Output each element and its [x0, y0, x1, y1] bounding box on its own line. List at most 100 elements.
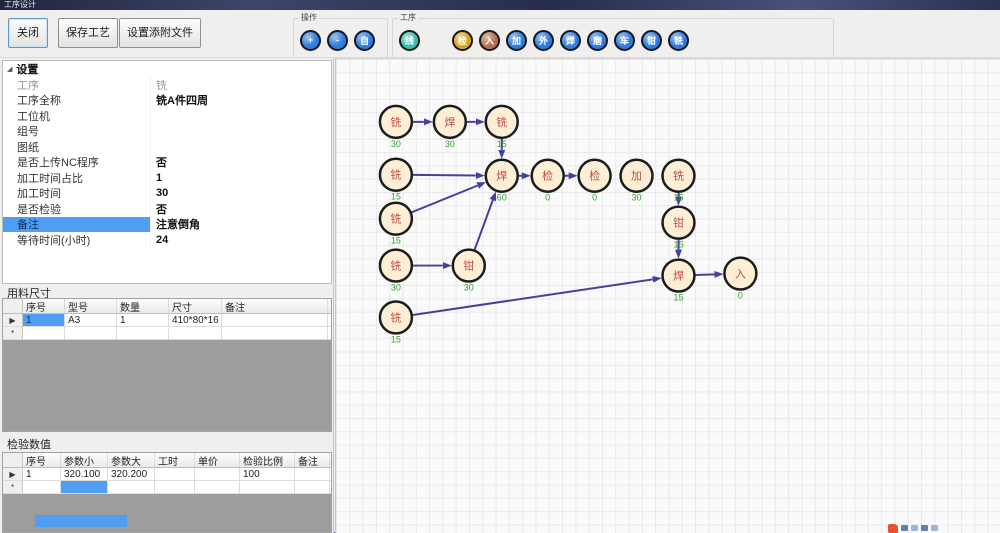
column-header[interactable]: 单价	[195, 453, 240, 467]
column-header[interactable]: 检验比例	[240, 453, 295, 467]
cell[interactable]: 1	[23, 468, 61, 480]
property-value[interactable]: 1	[151, 170, 331, 186]
tool-storage-in-button[interactable]: 入	[479, 30, 500, 51]
property-value[interactable]: 铣A件四周	[151, 93, 331, 109]
column-header[interactable]: 参数大	[108, 453, 155, 467]
property-row[interactable]: 工序铣	[3, 77, 331, 93]
property-row[interactable]: 等待时间(小时)24	[3, 232, 331, 248]
property-row[interactable]: 加工时间30	[3, 186, 331, 202]
tool-weld-button[interactable]: 焊	[560, 30, 581, 51]
cell[interactable]	[295, 481, 330, 493]
column-header[interactable]: 备注	[222, 299, 328, 313]
cell[interactable]	[295, 468, 330, 480]
cell[interactable]	[65, 327, 117, 339]
cell[interactable]: 1	[117, 314, 169, 326]
column-header[interactable]: 备注	[295, 453, 330, 467]
property-row[interactable]: 是否检验否	[3, 201, 331, 217]
column-header[interactable]: 序号	[23, 453, 61, 467]
save-process-button[interactable]: 保存工艺	[58, 18, 118, 48]
property-row[interactable]: 组号	[3, 124, 331, 140]
tool-lathe-button[interactable]: 车	[614, 30, 635, 51]
table-row[interactable]: ▶1320.100320.200100	[3, 468, 331, 481]
selected-cell-highlight[interactable]	[35, 515, 127, 527]
property-row[interactable]: 备注注意倒角	[3, 217, 331, 233]
process-node-焊[interactable]: 焊15	[663, 260, 695, 303]
cell[interactable]	[23, 327, 65, 339]
cell[interactable]	[117, 327, 169, 339]
property-value[interactable]	[151, 139, 331, 155]
tool-inspect-button[interactable]: 检	[452, 30, 473, 51]
cell[interactable]	[195, 468, 240, 480]
tool-wire-button[interactable]: 线	[399, 30, 420, 51]
process-node-检[interactable]: 检0	[532, 160, 564, 203]
property-value[interactable]	[151, 124, 331, 140]
cell[interactable]	[23, 481, 61, 493]
column-header[interactable]: 尺寸	[169, 299, 222, 313]
column-header[interactable]: 型号	[65, 299, 117, 313]
column-header[interactable]: 数量	[117, 299, 169, 313]
process-design-window: 工序设计 关闭 保存工艺 设置添附文件 操作 +-自 工序 线检入加外焊磨车钳铣…	[0, 0, 1000, 533]
tool-outsource-button[interactable]: 外	[533, 30, 554, 51]
process-node-铣[interactable]: 铣30	[380, 250, 412, 293]
process-node-焊[interactable]: 焊60	[486, 160, 518, 203]
property-value[interactable]: 24	[151, 232, 331, 248]
new-row[interactable]: *	[3, 481, 331, 494]
process-node-焊[interactable]: 焊30	[434, 106, 466, 149]
property-row[interactable]: 工位机	[3, 108, 331, 124]
process-node-铣[interactable]: 铣15	[380, 301, 412, 344]
process-node-入[interactable]: 入0	[724, 258, 756, 301]
settings-category-header[interactable]: ◢ 设置	[3, 61, 331, 77]
set-attachment-button[interactable]: 设置添附文件	[119, 18, 201, 48]
tool-remove-button[interactable]: -	[327, 30, 348, 51]
process-node-铣[interactable]: 铣15	[380, 159, 412, 202]
process-node-铣[interactable]: 铣30	[380, 106, 412, 149]
cell[interactable]: 320.200	[108, 468, 155, 480]
tool-fitter-button[interactable]: 钳	[641, 30, 662, 51]
close-button[interactable]: 关闭	[8, 18, 48, 48]
cell[interactable]	[222, 327, 328, 339]
cell[interactable]	[61, 481, 108, 493]
cell[interactable]	[155, 468, 195, 480]
cell[interactable]	[169, 327, 222, 339]
property-value[interactable]: 铣	[151, 77, 331, 93]
process-node-铣[interactable]: 铣15	[486, 106, 518, 149]
property-value[interactable]: 注意倒角	[151, 217, 331, 233]
property-row[interactable]: 工序全称铣A件四周	[3, 93, 331, 109]
cell[interactable]: 410*80*16	[169, 314, 222, 326]
property-value[interactable]: 否	[151, 201, 331, 217]
tool-mill-button[interactable]: 铣	[668, 30, 689, 51]
property-row[interactable]: 图纸	[3, 139, 331, 155]
process-node-铣[interactable]: 铣15	[663, 160, 695, 203]
property-value[interactable]	[151, 108, 331, 124]
cell[interactable]	[155, 481, 195, 493]
left-panel: ◢ 设置 工序铣工序全称铣A件四周工位机组号图纸是否上传NC程序否加工时间占比1…	[0, 58, 334, 533]
property-row[interactable]: 加工时间占比1	[3, 170, 331, 186]
cell[interactable]	[240, 481, 295, 493]
titlebar[interactable]: 工序设计	[0, 0, 1000, 10]
column-header[interactable]: 序号	[23, 299, 65, 313]
property-row[interactable]: 是否上传NC程序否	[3, 155, 331, 171]
cell[interactable]: 1	[23, 314, 65, 326]
cell[interactable]	[222, 314, 328, 326]
cell[interactable]: 320.100	[61, 468, 108, 480]
cell[interactable]	[195, 481, 240, 493]
column-header[interactable]: 工时	[155, 453, 195, 467]
column-header[interactable]: 参数小	[61, 453, 108, 467]
process-node-加[interactable]: 加30	[621, 160, 653, 203]
cell[interactable]	[108, 481, 155, 493]
process-node-钳[interactable]: 钳30	[453, 250, 485, 293]
tool-add-button[interactable]: +	[300, 30, 321, 51]
tool-grind-button[interactable]: 磨	[587, 30, 608, 51]
process-flow-canvas[interactable]: 铣30焊30铣15铣15铣15铣30钳30铣15焊60检0检0加30铣15钳15…	[335, 58, 1000, 533]
process-node-检[interactable]: 检0	[579, 160, 611, 203]
process-node-铣[interactable]: 铣15	[380, 203, 412, 246]
new-row[interactable]: *	[3, 327, 331, 340]
tool-process-button[interactable]: 加	[506, 30, 527, 51]
cell[interactable]: A3	[65, 314, 117, 326]
cell[interactable]: 100	[240, 468, 295, 480]
property-value[interactable]: 30	[151, 186, 331, 202]
table-row[interactable]: ▶1A31410*80*16	[3, 314, 331, 327]
tool-auto-button[interactable]: 自	[354, 30, 375, 51]
property-value[interactable]: 否	[151, 155, 331, 171]
process-node-钳[interactable]: 钳15	[663, 207, 695, 250]
